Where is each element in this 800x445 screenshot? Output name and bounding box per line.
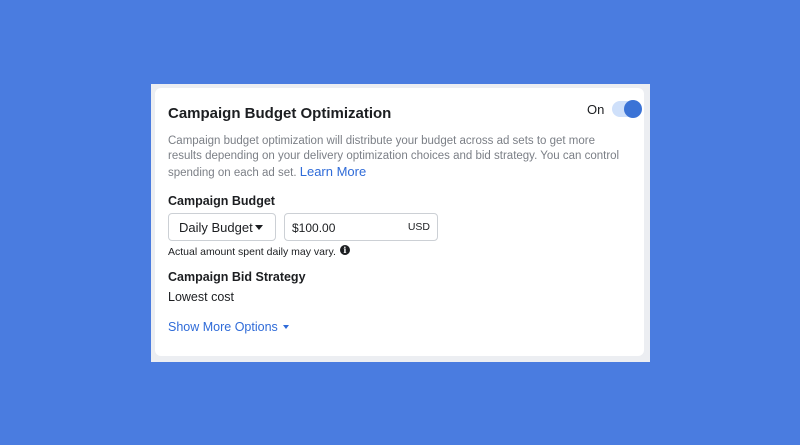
budget-type-value: Daily Budget	[179, 219, 253, 235]
show-more-options-link[interactable]: Show More Options	[168, 320, 289, 334]
budget-type-select[interactable]: Daily Budget	[168, 213, 276, 241]
budget-amount-input[interactable]	[285, 214, 404, 242]
optimization-toggle-group: On	[587, 100, 643, 118]
description: Campaign budget optimization will distri…	[168, 134, 628, 181]
show-more-label: Show More Options	[168, 320, 278, 334]
caret-down-icon	[255, 225, 263, 230]
toggle-knob	[624, 100, 643, 118]
dialog-frame: Campaign Budget Optimization On Campaign…	[151, 84, 650, 362]
campaign-budget-label: Campaign Budget	[168, 194, 275, 208]
currency-label: USD	[407, 221, 430, 233]
learn-more-link[interactable]: Learn More	[300, 164, 366, 179]
budget-note-text: Actual amount spent daily may vary.	[168, 246, 336, 258]
campaign-budget-card: Campaign Budget Optimization On Campaign…	[155, 88, 644, 356]
card-title: Campaign Budget Optimization	[168, 105, 392, 122]
budget-note: Actual amount spent daily may vary. i	[168, 245, 350, 258]
bid-strategy-value: Lowest cost	[168, 290, 235, 304]
optimization-toggle[interactable]	[612, 100, 643, 118]
info-icon[interactable]: i	[339, 245, 350, 255]
caret-down-icon	[282, 325, 289, 329]
bid-strategy-label: Campaign Bid Strategy	[168, 270, 306, 284]
budget-amount-field[interactable]: USD	[284, 213, 438, 242]
toggle-label: On	[587, 101, 605, 117]
description-text: Campaign budget optimization will distri…	[168, 135, 620, 179]
